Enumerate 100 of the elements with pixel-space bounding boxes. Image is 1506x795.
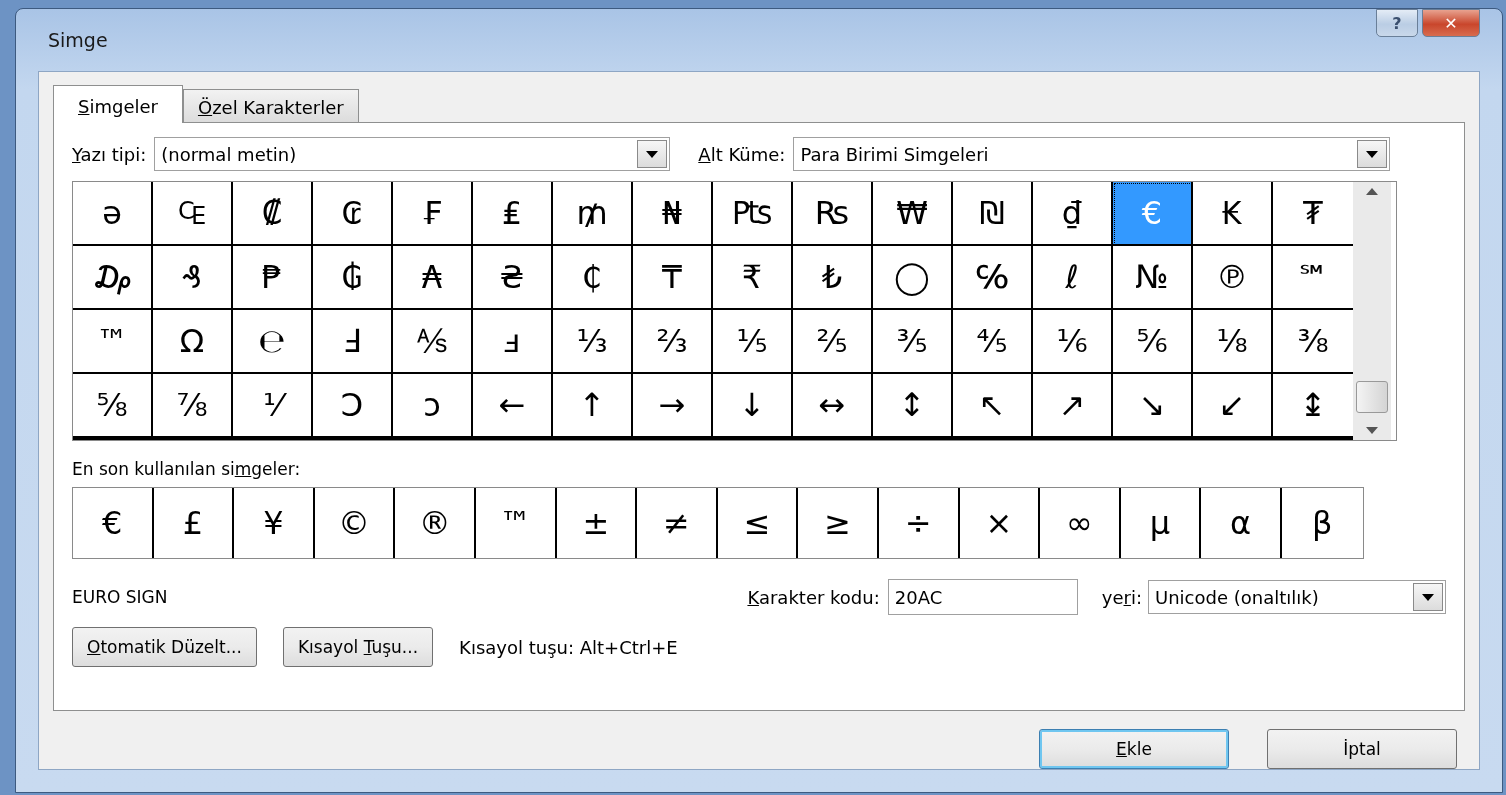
symbol-cell[interactable]: ₠ <box>153 182 233 246</box>
symbol-cell[interactable]: ₨ <box>793 182 873 246</box>
font-label: Yazı tipi: <box>72 143 147 165</box>
symbol-cell[interactable]: ↗ <box>1033 374 1113 438</box>
symbol-cell[interactable]: ↖ <box>953 374 1033 438</box>
scroll-up-icon <box>1366 188 1378 195</box>
symbol-cell[interactable]: ↙ <box>1193 374 1273 438</box>
symbol-cell[interactable]: ⅍ <box>393 310 473 374</box>
symbol-cell[interactable]: ₪ <box>953 182 1033 246</box>
symbol-cell[interactable]: ⅎ <box>473 310 553 374</box>
symbol-cell[interactable]: ↕ <box>873 374 953 438</box>
symbol-cell[interactable]: ₰ <box>153 246 233 310</box>
symbol-cell[interactable]: ₹ <box>713 246 793 310</box>
recent-symbol-cell[interactable]: × <box>959 488 1041 558</box>
symbol-cell[interactable]: ← <box>473 374 553 438</box>
symbol-cell[interactable]: ◯ <box>873 246 953 310</box>
autocorrect-button[interactable]: Otomatik Düzelt... <box>72 627 257 667</box>
symbol-cell[interactable]: ₳ <box>393 246 473 310</box>
symbol-cell[interactable]: ⅕ <box>713 310 793 374</box>
recent-symbol-cell[interactable]: ≥ <box>798 488 879 558</box>
symbol-cell[interactable]: ℗ <box>1193 246 1273 310</box>
scroll-thumb[interactable] <box>1356 381 1388 413</box>
recent-symbol-cell[interactable]: β <box>1281 488 1363 558</box>
recent-symbol-cell[interactable]: ÷ <box>878 488 960 558</box>
symbol-cell[interactable]: ↓ <box>713 374 793 438</box>
symbol-cell[interactable]: ⅗ <box>873 310 953 374</box>
recent-symbol-cell[interactable]: µ <box>1120 488 1202 558</box>
symbol-cell[interactable]: Ⅎ <box>313 310 393 374</box>
insert-button[interactable]: Ekle <box>1039 729 1229 769</box>
recent-symbol-cell[interactable]: £ <box>153 488 235 558</box>
scrollbar[interactable] <box>1353 182 1391 440</box>
window-title: Simge <box>48 29 108 51</box>
symbol-cell[interactable]: ⅔ <box>633 310 713 374</box>
symbol-cell[interactable]: ⅚ <box>1113 310 1193 374</box>
symbol-cell[interactable]: № <box>1113 246 1193 310</box>
recent-symbol-cell[interactable]: ∞ <box>1040 488 1121 558</box>
shortcut-key-button[interactable]: Kısayol Tuşu... <box>282 627 434 667</box>
tab[interactable]: Özel Karakterler <box>182 89 359 122</box>
symbol-cell[interactable]: ↑ <box>553 374 633 438</box>
symbol-cell[interactable]: ₣ <box>393 182 473 246</box>
symbol-cell[interactable]: ₢ <box>313 182 393 246</box>
recent-symbol-cell[interactable]: € <box>73 488 154 558</box>
character-name: EURO SIGN <box>72 587 169 607</box>
symbol-cell[interactable]: ↘ <box>1113 374 1193 438</box>
symbol-cell[interactable]: ⅖ <box>793 310 873 374</box>
recent-symbol-cell[interactable]: ± <box>556 488 638 558</box>
from-dropdown[interactable]: Unicode (onaltılık) <box>1148 580 1446 614</box>
symbol-cell[interactable]: ₯ <box>73 246 153 310</box>
symbol-cell[interactable]: ₧ <box>713 182 793 246</box>
tab[interactable]: Simgeler <box>53 85 183 123</box>
symbol-cell[interactable]: ⅟ <box>233 374 313 438</box>
symbol-cell[interactable]: ₭ <box>1193 182 1273 246</box>
scroll-down-icon <box>1366 427 1378 434</box>
symbol-cell[interactable]: ₥ <box>553 182 633 246</box>
cancel-button[interactable]: İptal <box>1267 729 1457 769</box>
close-button[interactable]: ✕ <box>1422 9 1480 37</box>
symbol-cell[interactable]: Ω <box>153 310 233 374</box>
symbol-cell[interactable]: ₫ <box>1033 182 1113 246</box>
symbol-cell[interactable]: ₱ <box>233 246 313 310</box>
symbol-cell[interactable]: ™ <box>73 310 153 374</box>
symbol-cell[interactable]: ə <box>73 182 153 246</box>
font-dropdown[interactable]: (normal metin) <box>154 137 671 171</box>
symbol-cell[interactable]: ⅛ <box>1193 310 1273 374</box>
symbol-cell[interactable]: ⅓ <box>553 310 633 374</box>
recent-symbol-cell[interactable]: ≠ <box>637 488 718 558</box>
symbol-cell[interactable]: ₸ <box>633 246 713 310</box>
symbol-cell[interactable]: ⅙ <box>1033 310 1113 374</box>
symbol-cell[interactable]: ⅝ <box>73 374 153 438</box>
recent-symbols-label: En son kullanılan simgeler: <box>72 459 302 479</box>
symbol-cell[interactable]: ₡ <box>233 182 313 246</box>
help-button[interactable]: ? <box>1376 9 1418 37</box>
symbol-cell[interactable]: ₩ <box>873 182 953 246</box>
symbol-cell[interactable]: ↄ <box>393 374 473 438</box>
caret-icon <box>646 150 659 158</box>
symbol-cell[interactable]: ↔ <box>793 374 873 438</box>
recent-symbol-cell[interactable]: © <box>314 488 396 558</box>
symbol-cell[interactable]: ⅞ <box>153 374 233 438</box>
character-code-field[interactable]: 20AC <box>887 579 1078 615</box>
symbol-cell[interactable]: ℓ <box>1033 246 1113 310</box>
recent-symbol-cell[interactable]: ® <box>395 488 476 558</box>
symbol-cell[interactable]: ₲ <box>313 246 393 310</box>
symbol-cell[interactable]: Ↄ <box>313 374 393 438</box>
symbol-cell[interactable]: ℮ <box>233 310 313 374</box>
recent-symbol-cell[interactable]: ¥ <box>234 488 315 558</box>
symbol-cell[interactable]: ₴ <box>473 246 553 310</box>
symbol-cell[interactable]: ₵ <box>553 246 633 310</box>
character-code-label: Karakter kodu: <box>747 586 880 608</box>
symbol-cell[interactable]: ℅ <box>953 246 1033 310</box>
subset-dropdown[interactable]: Para Birimi Simgeleri <box>793 137 1391 171</box>
recent-symbol-cell[interactable]: ≤ <box>717 488 799 558</box>
symbol-cell[interactable]: ⅘ <box>953 310 1033 374</box>
symbol-cell[interactable]: ₦ <box>633 182 713 246</box>
symbol-cell[interactable]: ₤ <box>473 182 553 246</box>
shortcut-key-text: Kısayol tuşu: Alt+Ctrl+E <box>459 636 678 658</box>
symbol-cell[interactable]: ₺ <box>793 246 873 310</box>
caret-icon <box>1366 150 1379 158</box>
recent-symbol-cell[interactable]: ™ <box>475 488 557 558</box>
from-label: yeri: <box>1101 586 1142 608</box>
recent-symbol-cell[interactable]: α <box>1201 488 1282 558</box>
symbol-cell[interactable]: → <box>633 374 713 438</box>
